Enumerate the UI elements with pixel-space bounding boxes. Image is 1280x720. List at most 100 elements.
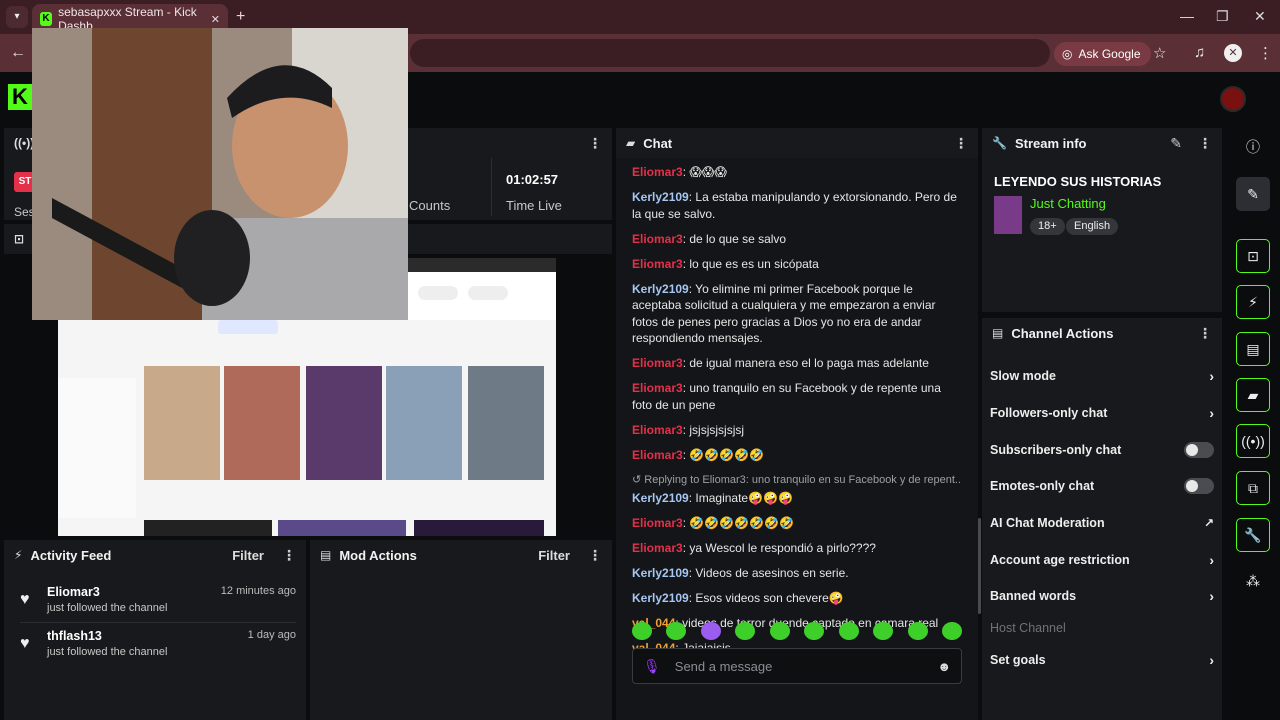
action-banned-words[interactable]: Banned words › [990,584,1214,608]
counts-label: Counts [409,198,451,213]
chat-panel: ▰ Chat ⋮ Eliomar3: 😱😱😱 Kerly2109: La esta… [616,128,981,720]
reply-context[interactable]: ↺ Replying to Eliomar3: uno tranquilo en… [632,472,962,489]
tab-search-dropdown-icon[interactable]: ▾ [6,6,28,28]
back-arrow-icon[interactable]: ← [10,44,26,62]
channel-actions-panel: ▤ Channel Actions ⋮ Slow mode › Follower… [982,318,1222,720]
broadcast-rail-icon[interactable]: ((•)) [1236,424,1270,458]
chat-header: ▰ Chat ⋮ [616,128,978,158]
info-icon[interactable]: ⓘ [1236,130,1270,164]
kick-logo[interactable]: K [8,84,32,110]
chat-username[interactable]: Eliomar3 [632,448,683,462]
profile-icon[interactable]: ✕ [1224,44,1242,62]
mod-actions-panel: ▤ Mod Actions Filter ⋮ [310,540,612,720]
chat-message: Eliomar3: 🤣🤣🤣🤣🤣🤣🤣 [632,515,962,532]
mod-filter-button[interactable]: Filter [538,548,570,563]
tab-close-icon[interactable]: ✕ [211,13,220,26]
ask-google-label: Ask Google [1078,47,1141,61]
activity-user[interactable]: Eliomar3 [47,585,100,599]
chat-message: Eliomar3: lo que es es un sicópata [632,256,962,273]
new-tab-icon[interactable]: + [236,8,245,26]
chat-message: Kerly2109: Esos videos son chevere🤪 [632,590,962,607]
activity-feed-header: ⚡ Activity Feed Filter ⋮ [4,540,306,570]
minimize-icon[interactable]: — [1180,8,1194,24]
chat-text: Esos videos son chevere🤪 [695,591,844,605]
emote-button[interactable] [804,622,825,640]
lightning-rail-icon[interactable]: ⚡ [1236,285,1270,319]
emote-button[interactable] [769,622,790,640]
activity-feed-title: Activity Feed [30,547,112,563]
channel-actions-menu-icon[interactable]: ⋮ [1198,325,1212,342]
microphone-icon[interactable]: 🎙 [643,658,661,675]
chat-username[interactable]: Kerly2109 [632,282,689,296]
preview-icon: ⊡ [14,232,25,246]
emote-button[interactable] [941,622,962,640]
address-bar[interactable] [410,39,1050,67]
emote-button[interactable] [838,622,859,640]
chat-scrollbar[interactable] [978,518,981,614]
emote-bar [632,622,962,640]
counts-stat: Counts [396,158,492,216]
emotes-only-toggle[interactable] [1184,478,1214,494]
emote-button[interactable] [907,622,928,640]
bookmark-star-icon[interactable]: ☆ [1153,44,1166,62]
chat-rail-icon[interactable]: ▰ [1236,378,1270,412]
chat-username[interactable]: Eliomar3 [632,165,683,179]
capture-icon[interactable]: ⊡ [1236,239,1270,273]
chat-username[interactable]: Eliomar3 [632,516,683,530]
layout-icon[interactable]: ⧉ [1236,471,1270,505]
add-widget-icon[interactable]: ⁂ [1236,564,1270,598]
user-avatar[interactable] [1220,86,1246,112]
ask-google-button[interactable]: ◎ Ask Google [1054,42,1151,66]
mod-actions-header: ▤ Mod Actions Filter ⋮ [310,540,612,570]
chat-username[interactable]: Kerly2109 [632,190,689,204]
chat-input[interactable]: 🎙 Send a message ☻ [632,648,962,684]
chat-message: Kerly2109: La estaba manipulando y extor… [632,189,962,222]
category-thumbnail [994,196,1022,234]
action-set-goals[interactable]: Set goals › [990,648,1214,672]
chat-username[interactable]: Eliomar3 [632,356,683,370]
emoji-icon[interactable]: ☻ [937,659,951,674]
chat-username[interactable]: Eliomar3 [632,232,683,246]
edit-pencil-icon[interactable]: ✎ [1170,135,1182,152]
edit-icon[interactable]: ✎ [1236,177,1270,211]
action-ai-moderation[interactable]: AI Chat Moderation ↗ [990,511,1214,535]
stream-category[interactable]: Just Chatting [1030,196,1106,211]
restore-icon[interactable]: ❐ [1216,8,1229,25]
emote-button[interactable] [873,622,894,640]
time-live-value: 01:02:57 [506,172,559,187]
session-panel-menu-icon[interactable]: ⋮ [588,135,602,152]
chat-text: de lo que se salvo [689,231,787,246]
subscribers-only-toggle[interactable] [1184,442,1214,458]
chat-username[interactable]: Eliomar3 [632,381,683,395]
activity-filter-button[interactable]: Filter [232,548,264,563]
chat-username[interactable]: Kerly2109 [632,566,689,580]
stream-info-menu-icon[interactable]: ⋮ [1198,135,1212,152]
action-account-age[interactable]: Account age restriction › [990,548,1214,572]
chat-message: Eliomar3: jsjsjsjsjsjsj [632,422,962,439]
media-controls-icon[interactable]: ♫ [1194,44,1205,61]
mod-menu-icon[interactable]: ⋮ [588,547,602,564]
activity-user[interactable]: thflash13 [47,629,102,643]
chat-message: ↺ Replying to Eliomar3: uno tranquilo en… [632,472,962,507]
stream-info-title: Stream info [1014,135,1087,151]
action-followers-only[interactable]: Followers-only chat › [990,401,1214,425]
chat-username[interactable]: Kerly2109 [632,491,689,505]
browser-menu-icon[interactable]: ⋮ [1258,44,1273,62]
emote-button[interactable] [666,622,687,640]
chat-username[interactable]: Eliomar3 [632,423,683,437]
emote-button[interactable] [632,622,652,640]
emote-button[interactable] [735,622,756,640]
activity-item: ♥ Eliomar3 12 minutes ago just followed … [20,585,296,621]
notes-icon[interactable]: ▤ [1236,332,1270,366]
heart-icon: ♥ [20,591,30,608]
chat-username[interactable]: Eliomar3 [632,257,683,271]
emote-button[interactable] [700,622,721,640]
activity-menu-icon[interactable]: ⋮ [282,547,296,564]
chat-username[interactable]: Kerly2109 [632,591,689,605]
wrench-rail-icon[interactable]: 🔧 [1236,518,1270,552]
window-close-icon[interactable]: ✕ [1254,8,1266,25]
chevron-right-icon: › [1209,368,1214,384]
action-slow-mode[interactable]: Slow mode › [990,364,1214,388]
chat-menu-icon[interactable]: ⋮ [954,135,968,152]
chat-username[interactable]: Eliomar3 [632,541,683,555]
